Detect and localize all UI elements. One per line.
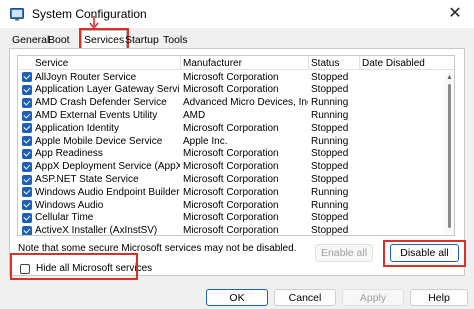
service-checkbox[interactable] xyxy=(22,72,32,83)
service-checkbox[interactable] xyxy=(22,187,32,198)
manufacturer-cell: Microsoft Corporation xyxy=(183,71,279,83)
column-status[interactable]: Status xyxy=(311,58,339,69)
service-checkbox[interactable] xyxy=(22,225,32,235)
service-checkbox[interactable] xyxy=(22,136,32,147)
table-row[interactable]: AMD Crash Defender Service Advanced Micro… xyxy=(18,97,454,110)
table-row[interactable]: ASP.NET State Service Microsoft Corporati… xyxy=(18,173,454,186)
service-checkbox[interactable] xyxy=(22,84,32,95)
status-cell: Running xyxy=(311,186,349,198)
table-row[interactable]: Application Layer Gateway Service Microso… xyxy=(18,84,454,97)
table-row[interactable]: AMD External Events Utility AMD Running xyxy=(18,109,454,122)
status-cell: Stopped xyxy=(311,122,349,134)
table-row[interactable]: Apple Mobile Device Service Apple Inc. Run… xyxy=(18,135,454,148)
vertical-scrollbar[interactable]: ▲ xyxy=(444,70,454,235)
table-row[interactable]: Cellular Time Microsoft Corporation Stoppe… xyxy=(18,212,454,225)
title-bar: System Configuration ✕ xyxy=(0,0,474,28)
ok-button[interactable]: OK xyxy=(206,289,268,306)
manufacturer-cell: Microsoft Corporation xyxy=(183,161,279,173)
service-checkbox[interactable] xyxy=(22,174,32,185)
manufacturer-cell: Microsoft Corporation xyxy=(183,225,279,236)
tab-boot[interactable]: Boot xyxy=(48,34,70,46)
status-cell: Stopped xyxy=(311,225,349,236)
service-name-cell: Windows Audio Endpoint Builder xyxy=(35,186,180,198)
close-icon[interactable]: ✕ xyxy=(440,3,470,25)
manufacturer-cell: Microsoft Corporation xyxy=(183,173,279,185)
column-manufacturer[interactable]: Manufacturer xyxy=(183,58,242,69)
manufacturer-cell: Apple Inc. xyxy=(183,135,228,147)
manufacturer-cell: Microsoft Corporation xyxy=(183,122,279,134)
status-cell: Running xyxy=(311,109,349,121)
manufacturer-cell: Microsoft Corporation xyxy=(183,212,279,224)
table-row[interactable]: App Readiness Microsoft Corporation Stoppe… xyxy=(18,148,454,161)
service-name-cell: Cellular Time xyxy=(35,212,94,224)
manufacturer-cell: Advanced Micro Devices, Inc. xyxy=(183,97,308,109)
manufacturer-cell: Microsoft Corporation xyxy=(183,84,279,96)
status-cell: Running xyxy=(311,135,349,147)
table-row[interactable]: AppX Deployment Service (AppXS...Microso… xyxy=(18,161,454,174)
service-name-cell: AppX Deployment Service (AppXS... xyxy=(35,161,180,173)
service-checkbox[interactable] xyxy=(22,148,32,159)
service-checkbox[interactable] xyxy=(22,97,32,108)
status-cell: Stopped xyxy=(311,161,349,173)
list-header: Service Manufacturer Status Date Disable… xyxy=(18,56,454,70)
column-separator xyxy=(359,56,360,70)
cancel-button[interactable]: Cancel xyxy=(274,289,336,306)
table-row[interactable]: Application Identity Microsoft Corporatio… xyxy=(18,122,454,135)
manufacturer-cell: AMD xyxy=(183,109,206,121)
manufacturer-cell: Microsoft Corporation xyxy=(183,199,279,211)
red-arrow-annotation xyxy=(89,16,99,30)
service-name-cell: ASP.NET State Service xyxy=(35,173,139,185)
service-name-cell: AllJoyn Router Service xyxy=(35,71,137,83)
status-cell: Running xyxy=(311,199,349,211)
enable-all-button[interactable]: Enable all xyxy=(315,244,373,262)
status-cell: Stopped xyxy=(311,148,349,160)
column-separator xyxy=(180,56,181,70)
manufacturer-cell: Microsoft Corporation xyxy=(183,186,279,198)
table-row[interactable]: Windows Audio Microsoft Corporation Runnin… xyxy=(18,199,454,212)
tab-startup[interactable]: Startup xyxy=(125,34,159,46)
service-checkbox[interactable] xyxy=(22,212,32,223)
services-list: Service Manufacturer Status Date Disable… xyxy=(17,55,455,236)
manufacturer-cell: Microsoft Corporation xyxy=(183,148,279,160)
status-cell: Stopped xyxy=(311,71,349,83)
column-separator xyxy=(308,56,309,70)
service-name-cell: Apple Mobile Device Service xyxy=(35,135,163,147)
scrollbar-thumb[interactable] xyxy=(448,84,451,228)
service-name-cell: Application Identity xyxy=(35,122,119,134)
disable-all-button[interactable]: Disable all xyxy=(390,244,459,262)
column-date-disabled[interactable]: Date Disabled xyxy=(362,58,425,69)
help-button[interactable]: Help xyxy=(410,289,468,306)
column-service[interactable]: Service xyxy=(35,58,68,69)
service-name-cell: AMD External Events Utility xyxy=(35,109,158,121)
service-name-cell: ActiveX Installer (AxInstSV) xyxy=(35,225,158,236)
service-name-cell: Windows Audio xyxy=(35,199,104,211)
hide-services-highlight xyxy=(10,253,138,280)
service-checkbox[interactable] xyxy=(22,161,32,172)
status-cell: Stopped xyxy=(311,212,349,224)
service-name-cell: Application Layer Gateway Service xyxy=(35,84,180,96)
status-cell: Stopped xyxy=(311,84,349,96)
tab-tools[interactable]: Tools xyxy=(163,34,188,46)
system-configuration-icon xyxy=(10,8,24,21)
service-name-cell: App Readiness xyxy=(35,148,103,160)
table-row[interactable]: Windows Audio Endpoint Builder Microsoft … xyxy=(18,186,454,199)
service-checkbox[interactable] xyxy=(22,123,32,134)
apply-button[interactable]: Apply xyxy=(342,289,404,306)
service-checkbox[interactable] xyxy=(22,110,32,121)
tab-general[interactable]: General xyxy=(12,34,49,46)
table-row[interactable]: ActiveX Installer (AxInstSV) Microsoft Co… xyxy=(18,225,454,236)
service-name-cell: AMD Crash Defender Service xyxy=(35,97,167,109)
tab-services[interactable]: Services xyxy=(78,28,130,50)
service-checkbox[interactable] xyxy=(22,200,32,211)
status-cell: Stopped xyxy=(311,173,349,185)
status-cell: Running xyxy=(311,97,349,109)
scroll-up-icon[interactable]: ▲ xyxy=(446,74,453,81)
table-row[interactable]: AllJoyn Router Service Microsoft Corporat… xyxy=(18,71,454,84)
